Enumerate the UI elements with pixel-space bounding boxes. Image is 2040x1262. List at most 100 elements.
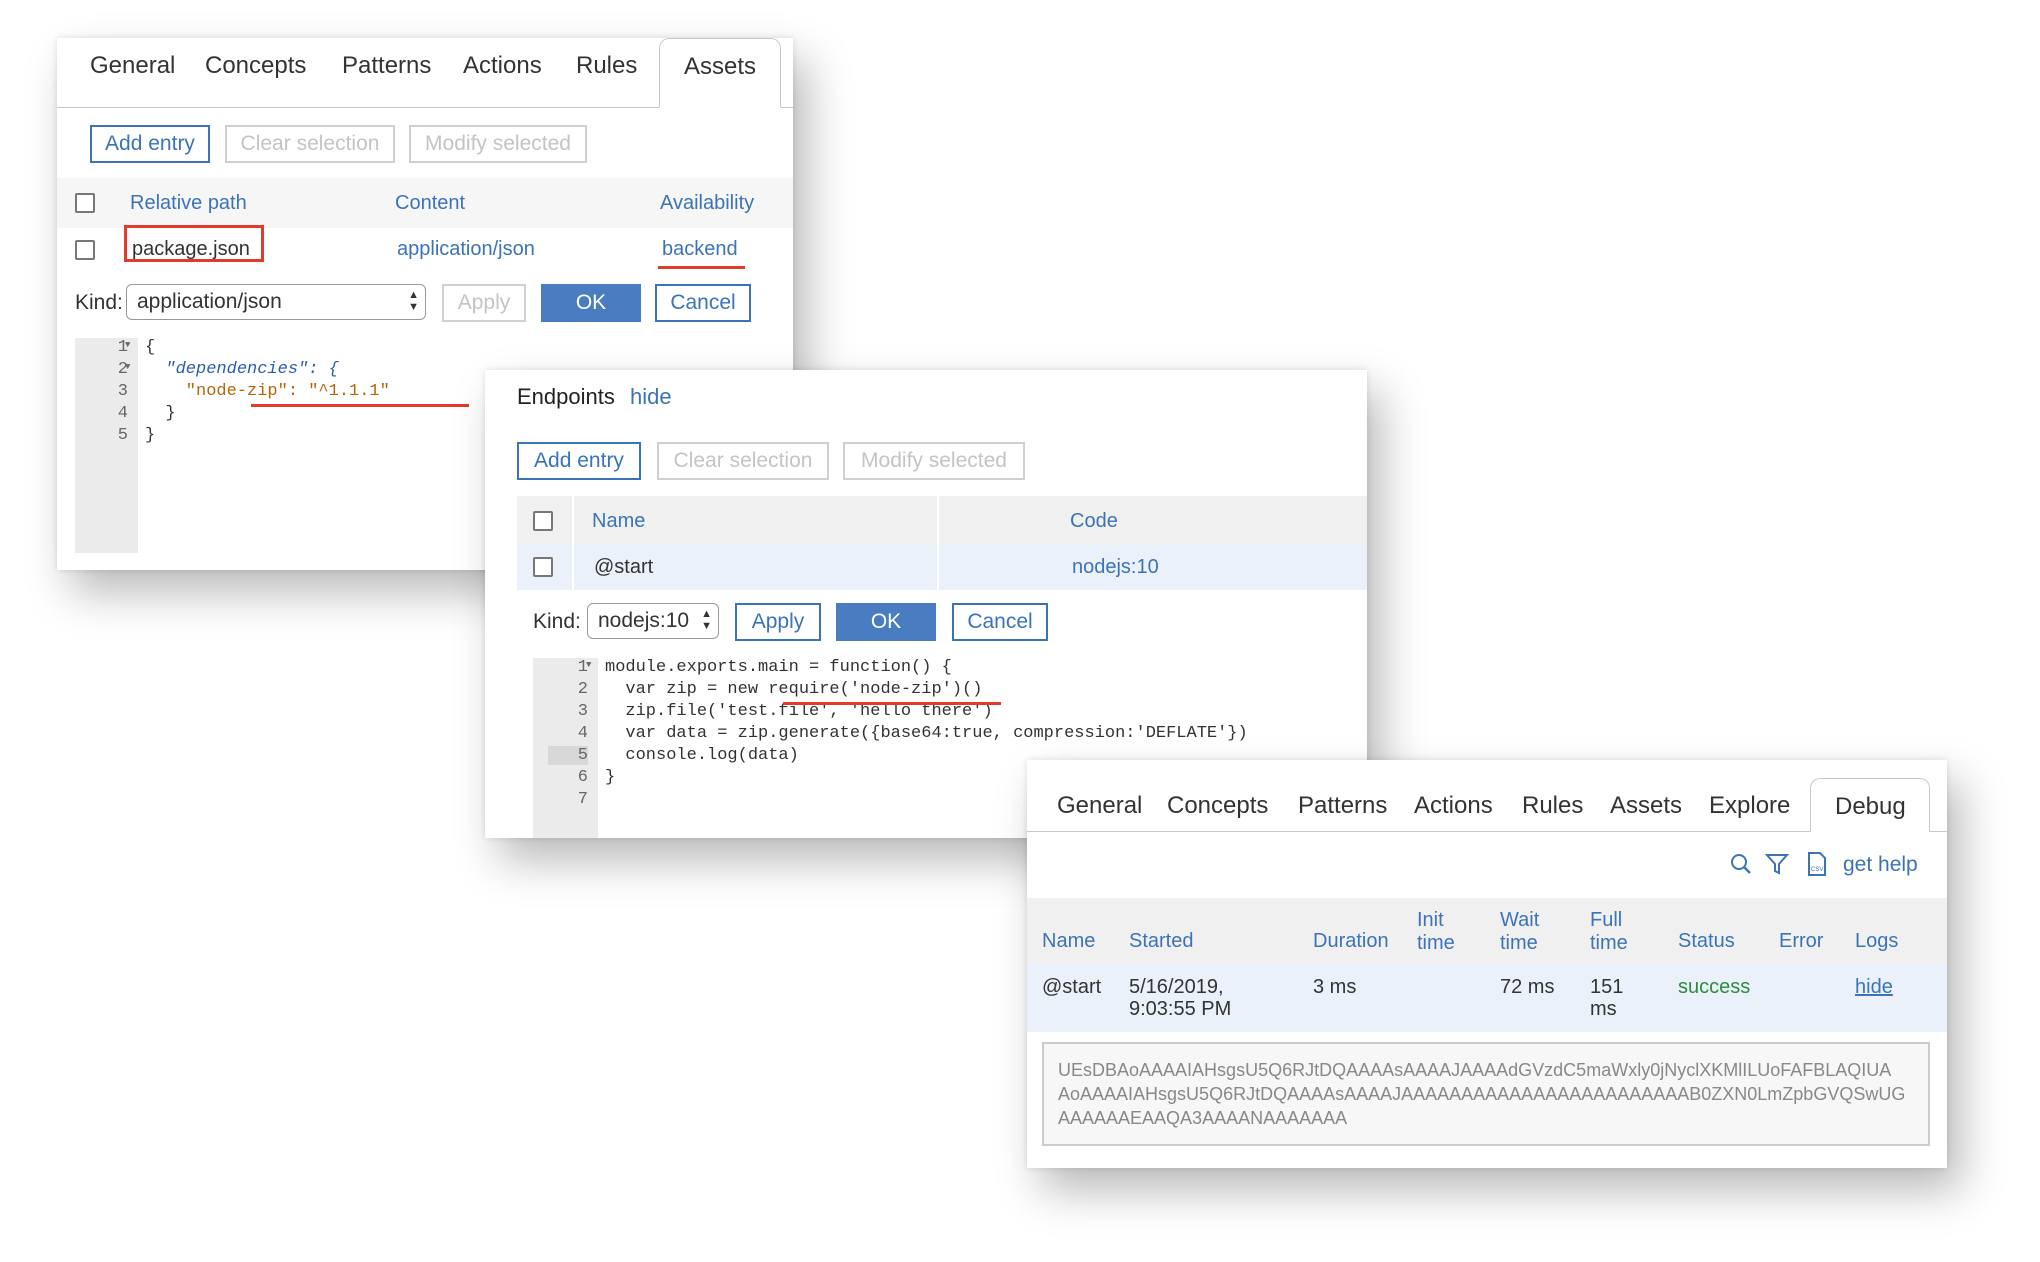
header-init-line2: time bbox=[1417, 932, 1455, 954]
get-help-link[interactable]: get help bbox=[1843, 853, 1918, 877]
clear-selection-button[interactable]: Clear selection bbox=[657, 442, 829, 480]
line-number: 1 bbox=[577, 658, 588, 677]
code-line: var zip = new require('node-zip')() bbox=[605, 680, 983, 699]
svg-text:CSV: CSV bbox=[1811, 867, 1823, 873]
row-full-time-unit: ms bbox=[1590, 998, 1617, 1020]
code-line: } bbox=[605, 768, 616, 787]
header-error[interactable]: Error bbox=[1779, 930, 1823, 953]
log-line: AoAAAAIAHsgsU5Q6RJtDQAAAAsAAAAJAAAAAAAAA… bbox=[1058, 1084, 1906, 1104]
code-line: } bbox=[145, 426, 156, 445]
row-availability[interactable]: backend bbox=[662, 238, 738, 261]
header-init-line1: Init bbox=[1417, 909, 1444, 931]
line-number: 3 bbox=[117, 382, 128, 401]
row-logs-hide-link[interactable]: hide bbox=[1855, 976, 1893, 999]
code-line: "node-zip": "^1.1.1" bbox=[145, 382, 390, 401]
header-init-time[interactable]: Init time bbox=[1417, 909, 1455, 955]
line-number: 5 bbox=[548, 746, 588, 765]
red-underline bbox=[783, 702, 1001, 705]
table-row[interactable]: @start nodejs:10 bbox=[517, 544, 1367, 590]
apply-button[interactable]: Apply bbox=[442, 284, 526, 322]
line-gutter: 1 2 3 4 5 ▼ ▼ bbox=[75, 338, 138, 553]
tab-concepts[interactable]: Concepts bbox=[205, 52, 306, 80]
header-wait-time[interactable]: Wait time bbox=[1500, 909, 1539, 955]
modify-selected-button[interactable]: Modify selected bbox=[409, 125, 587, 163]
header-name[interactable]: Name bbox=[1042, 930, 1095, 953]
kind-select[interactable]: application/json ▲ ▼ bbox=[126, 284, 426, 320]
header-full-line2: time bbox=[1590, 932, 1628, 954]
tab-concepts[interactable]: Concepts bbox=[1167, 792, 1268, 820]
column-divider bbox=[572, 544, 574, 590]
log-line: AAAAAAEAAQA3AAAANAAAAAAA bbox=[1058, 1108, 1348, 1128]
add-entry-button[interactable]: Add entry bbox=[517, 442, 641, 480]
tab-explore[interactable]: Explore bbox=[1709, 792, 1790, 820]
fold-arrow-icon[interactable]: ▼ bbox=[125, 340, 130, 350]
fold-arrow-icon[interactable]: ▼ bbox=[125, 362, 130, 372]
kind-label: Kind: bbox=[533, 610, 581, 633]
search-icon[interactable] bbox=[1729, 852, 1753, 876]
header-started[interactable]: Started bbox=[1129, 930, 1193, 953]
header-name[interactable]: Name bbox=[592, 510, 645, 533]
filter-icon[interactable] bbox=[1765, 852, 1789, 876]
header-duration[interactable]: Duration bbox=[1313, 930, 1389, 953]
code-line: module.exports.main = function() { bbox=[605, 658, 952, 677]
row-wait-time: 72 ms bbox=[1500, 976, 1555, 998]
header-logs[interactable]: Logs bbox=[1855, 930, 1898, 953]
table-row[interactable]: @start 5/16/2019, 9:03:55 PM 3 ms 72 ms … bbox=[1027, 964, 1947, 1032]
select-all-checkbox[interactable] bbox=[533, 511, 553, 531]
tab-patterns[interactable]: Patterns bbox=[1298, 792, 1387, 820]
select-arrows-icon: ▲ ▼ bbox=[701, 608, 712, 632]
assets-tab-bar: General Concepts Patterns Actions Rules … bbox=[57, 38, 793, 108]
cancel-button[interactable]: Cancel bbox=[952, 603, 1048, 641]
table-row[interactable]: package.json application/json backend bbox=[57, 225, 793, 272]
code-line: var data = zip.generate({base64:true, co… bbox=[605, 724, 1248, 743]
debug-panel: General Concepts Patterns Actions Rules … bbox=[1027, 760, 1947, 1168]
line-number: 6 bbox=[577, 768, 588, 787]
row-content[interactable]: application/json bbox=[397, 238, 535, 261]
line-number: 2 bbox=[117, 360, 128, 379]
tab-assets[interactable]: Assets bbox=[659, 38, 781, 108]
log-line: UEsDBAoAAAAIAHsgsU5Q6RJtDQAAAAsAAAAJAAAA… bbox=[1058, 1060, 1892, 1080]
row-full-time-value: 151 bbox=[1590, 976, 1624, 998]
header-status[interactable]: Status bbox=[1678, 930, 1735, 953]
tab-assets[interactable]: Assets bbox=[1610, 792, 1682, 820]
csv-export-icon[interactable]: CSV bbox=[1807, 852, 1827, 876]
tab-actions[interactable]: Actions bbox=[463, 52, 542, 80]
kind-select[interactable]: nodejs:10 ▲ ▼ bbox=[587, 603, 719, 639]
fold-arrow-icon[interactable]: ▼ bbox=[586, 660, 591, 670]
debug-tab-bar: General Concepts Patterns Actions Rules … bbox=[1027, 760, 1947, 832]
cancel-button[interactable]: Cancel bbox=[655, 284, 751, 322]
code-line: console.log(data) bbox=[605, 746, 799, 765]
header-availability[interactable]: Availability bbox=[660, 192, 754, 215]
line-number: 3 bbox=[577, 702, 588, 721]
modify-selected-button[interactable]: Modify selected bbox=[843, 442, 1025, 480]
header-full-time[interactable]: Full time bbox=[1590, 909, 1628, 955]
add-entry-button[interactable]: Add entry bbox=[90, 125, 210, 163]
header-relative-path[interactable]: Relative path bbox=[130, 192, 247, 215]
code-line: } bbox=[145, 404, 176, 423]
tab-rules[interactable]: Rules bbox=[576, 52, 637, 80]
tab-actions[interactable]: Actions bbox=[1414, 792, 1493, 820]
apply-button[interactable]: Apply bbox=[735, 603, 821, 641]
ok-button[interactable]: OK bbox=[836, 603, 936, 641]
row-started-date: 5/16/2019, bbox=[1129, 976, 1224, 998]
hide-link[interactable]: hide bbox=[630, 384, 672, 410]
header-full-line1: Full bbox=[1590, 909, 1623, 931]
row-checkbox[interactable] bbox=[75, 240, 95, 260]
row-checkbox[interactable] bbox=[533, 557, 553, 577]
select-all-checkbox[interactable] bbox=[75, 193, 95, 213]
tab-general[interactable]: General bbox=[1057, 792, 1142, 820]
tab-patterns[interactable]: Patterns bbox=[342, 52, 431, 80]
row-name[interactable]: @start bbox=[594, 556, 653, 579]
red-underline bbox=[251, 404, 469, 407]
ok-button[interactable]: OK bbox=[541, 284, 641, 322]
row-status: success bbox=[1678, 976, 1751, 998]
tab-rules[interactable]: Rules bbox=[1522, 792, 1583, 820]
tab-general[interactable]: General bbox=[90, 52, 175, 80]
tab-debug[interactable]: Debug bbox=[1810, 778, 1930, 832]
kind-select-value: application/json bbox=[137, 290, 282, 313]
header-content[interactable]: Content bbox=[395, 192, 465, 215]
clear-selection-button[interactable]: Clear selection bbox=[225, 125, 395, 163]
header-code[interactable]: Code bbox=[1070, 510, 1118, 533]
log-output-box[interactable]: UEsDBAoAAAAIAHsgsU5Q6RJtDQAAAAsAAAAJAAAA… bbox=[1042, 1042, 1930, 1146]
row-code[interactable]: nodejs:10 bbox=[1072, 556, 1159, 579]
